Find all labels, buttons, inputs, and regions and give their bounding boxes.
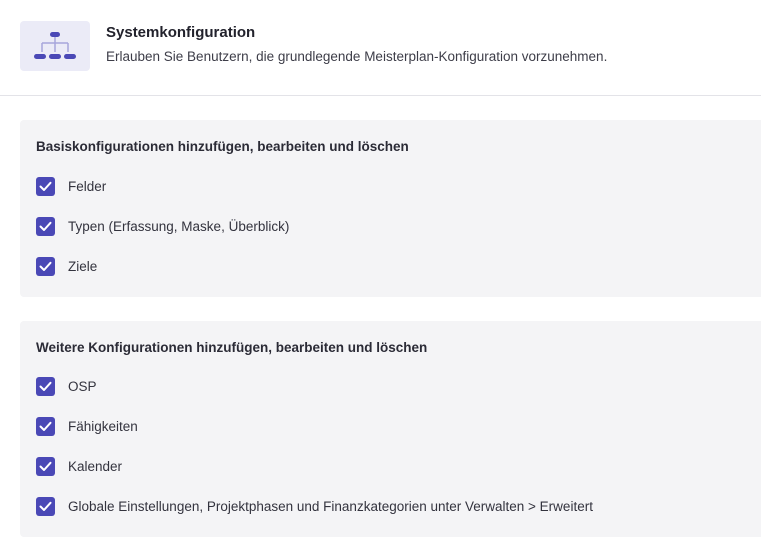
checkbox-checked[interactable]: [36, 376, 55, 396]
permission-row-calendar[interactable]: Kalender: [36, 455, 736, 477]
permission-row-fields[interactable]: Felder: [36, 175, 736, 197]
permission-row-types[interactable]: Typen (Erfassung, Maske, Überblick): [36, 215, 736, 237]
checkmark-icon: [39, 181, 52, 191]
checkbox-checked[interactable]: [36, 456, 55, 476]
permission-row-skills[interactable]: Fähigkeiten: [36, 415, 736, 437]
panel-title: Weitere Konfigurationen hinzufügen, bear…: [36, 340, 428, 355]
checkmark-icon: [39, 221, 52, 231]
checkbox-checked[interactable]: [36, 256, 55, 276]
checkbox-label: Fähigkeiten: [68, 418, 138, 434]
permission-row-goals[interactable]: Ziele: [36, 255, 736, 277]
checkmark-icon: [39, 421, 52, 431]
checkbox-checked[interactable]: [36, 176, 55, 196]
permission-row-global-settings[interactable]: Globale Einstellungen, Projektphasen und…: [36, 495, 736, 517]
checkbox-label: Typen (Erfassung, Maske, Überblick): [68, 218, 290, 234]
page-title: Systemkonfiguration: [106, 24, 256, 41]
checkbox-label: OSP: [68, 378, 97, 394]
checkmark-icon: [39, 261, 52, 271]
checkmark-icon: [39, 381, 52, 391]
checkbox-checked[interactable]: [36, 416, 55, 436]
section-header: Systemkonfiguration Erlauben Sie Benutze…: [0, 0, 761, 96]
checkbox-label: Ziele: [68, 258, 98, 274]
hierarchy-icon: [20, 21, 90, 71]
page-subtitle: Erlauben Sie Benutzern, die grundlegende…: [106, 49, 608, 64]
checkbox-label: Felder: [68, 178, 107, 194]
checkbox-label: Kalender: [68, 458, 123, 474]
checkbox-checked[interactable]: [36, 496, 55, 516]
checkmark-icon: [39, 461, 52, 471]
further-configuration-panel: Weitere Konfigurationen hinzufügen, bear…: [20, 321, 761, 537]
basic-configuration-panel: Basiskonfigurationen hinzufügen, bearbei…: [20, 120, 761, 297]
permission-row-osp[interactable]: OSP: [36, 375, 736, 397]
panel-title: Basiskonfigurationen hinzufügen, bearbei…: [36, 139, 409, 154]
checkbox-label: Globale Einstellungen, Projektphasen und…: [68, 498, 593, 514]
checkbox-checked[interactable]: [36, 216, 55, 236]
checkmark-icon: [39, 501, 52, 511]
